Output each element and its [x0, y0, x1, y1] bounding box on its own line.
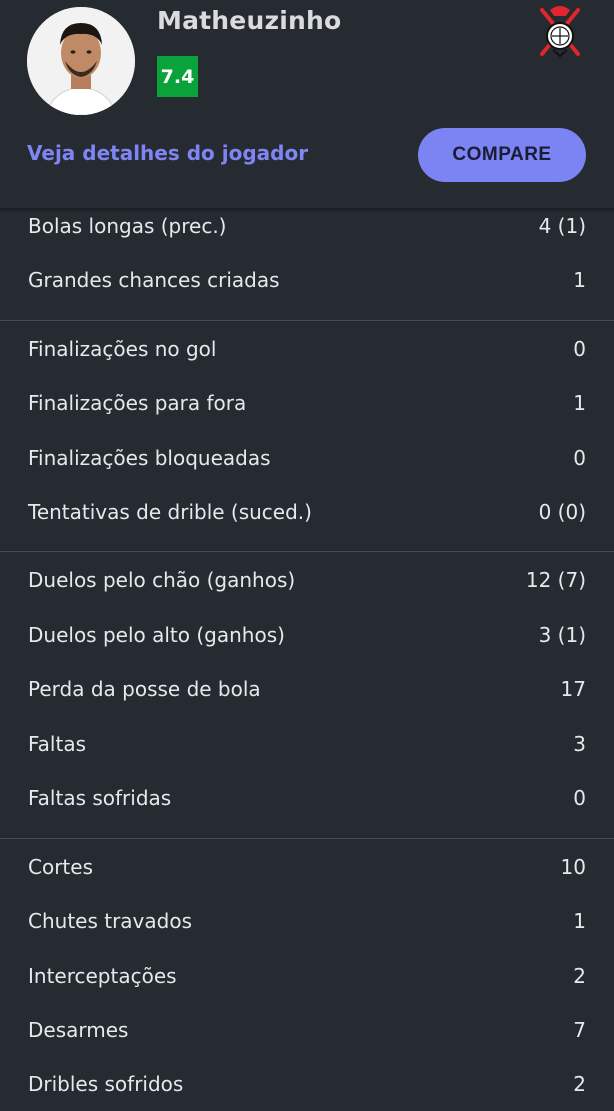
- stat-value: 0: [573, 337, 586, 361]
- stat-label: Tentativas de drible (suced.): [28, 500, 312, 524]
- player-rating-badge: 7.4: [157, 56, 198, 97]
- stat-value: 0: [573, 446, 586, 470]
- stat-row: Faltas 3: [0, 717, 614, 771]
- stat-label: Cortes: [28, 855, 93, 879]
- player-name: Matheuzinho: [157, 6, 342, 35]
- stat-label: Chutes travados: [28, 909, 193, 933]
- stat-row: Finalizações bloqueadas 0: [0, 431, 614, 485]
- stat-value: 1: [573, 909, 586, 933]
- stat-value: 3 (1): [538, 623, 586, 647]
- stat-row: Grandes chances criadas 1: [0, 253, 614, 307]
- stat-label: Bolas longas (prec.): [28, 214, 227, 238]
- stat-row: Dribles sofridos 2: [0, 1057, 614, 1111]
- stat-value: 17: [560, 677, 586, 701]
- stat-value: 2: [573, 964, 586, 988]
- stat-label: Interceptações: [28, 964, 177, 988]
- stat-row: Duelos pelo alto (ganhos) 3 (1): [0, 608, 614, 662]
- compare-button[interactable]: COMPARE: [418, 128, 586, 182]
- stat-value: 3: [573, 732, 586, 756]
- stat-label: Finalizações no gol: [28, 337, 217, 361]
- stat-row: Desarmes 7: [0, 1003, 614, 1057]
- stat-value: 1: [573, 268, 586, 292]
- stat-value: 12 (7): [525, 568, 586, 592]
- stat-label: Faltas sofridas: [28, 786, 172, 810]
- stat-value: 7: [573, 1018, 586, 1042]
- stat-label: Duelos pelo chão (ganhos): [28, 568, 296, 592]
- corinthians-crest-icon: [540, 6, 580, 58]
- stat-row: Tentativas de drible (suced.) 0 (0): [0, 485, 614, 539]
- stat-row: Finalizações no gol 0: [0, 322, 614, 376]
- stat-label: Desarmes: [28, 1018, 129, 1042]
- stat-value: 0: [573, 786, 586, 810]
- stat-label: Grandes chances criadas: [28, 268, 280, 292]
- stat-row: Duelos pelo chão (ganhos) 12 (7): [0, 553, 614, 607]
- player-header: Matheuzinho 7.4 Veja detalhes do jogador…: [0, 0, 614, 208]
- stat-label: Dribles sofridos: [28, 1072, 184, 1096]
- player-photo-icon: [27, 7, 135, 115]
- stat-row: Chutes travados 1: [0, 894, 614, 948]
- section-divider: [0, 551, 614, 552]
- stat-row: Cortes 10: [0, 840, 614, 894]
- stat-row: Faltas sofridas 0: [0, 771, 614, 825]
- club-crest-icon[interactable]: [536, 4, 584, 60]
- stat-label: Finalizações para fora: [28, 391, 247, 415]
- section-divider: [0, 320, 614, 321]
- player-stats-panel: Matheuzinho 7.4 Veja detalhes do jogador…: [0, 0, 614, 1111]
- stat-value: 4 (1): [538, 214, 586, 238]
- stat-value: 10: [560, 855, 586, 879]
- stat-value: 1: [573, 391, 586, 415]
- stat-label: Perda da posse de bola: [28, 677, 261, 701]
- stat-row: Bolas longas (prec.) 4 (1): [0, 199, 614, 253]
- stat-row: Interceptações 2: [0, 949, 614, 1003]
- stat-value: 2: [573, 1072, 586, 1096]
- stat-label: Faltas: [28, 732, 86, 756]
- stat-label: Duelos pelo alto (ganhos): [28, 623, 285, 647]
- player-details-link[interactable]: Veja detalhes do jogador: [27, 141, 308, 165]
- stat-row: Perda da posse de bola 17: [0, 662, 614, 716]
- section-divider: [0, 838, 614, 839]
- stat-row: Finalizações para fora 1: [0, 376, 614, 430]
- player-avatar[interactable]: [27, 7, 135, 115]
- stat-value: 0 (0): [538, 500, 586, 524]
- stat-label: Finalizações bloqueadas: [28, 446, 271, 470]
